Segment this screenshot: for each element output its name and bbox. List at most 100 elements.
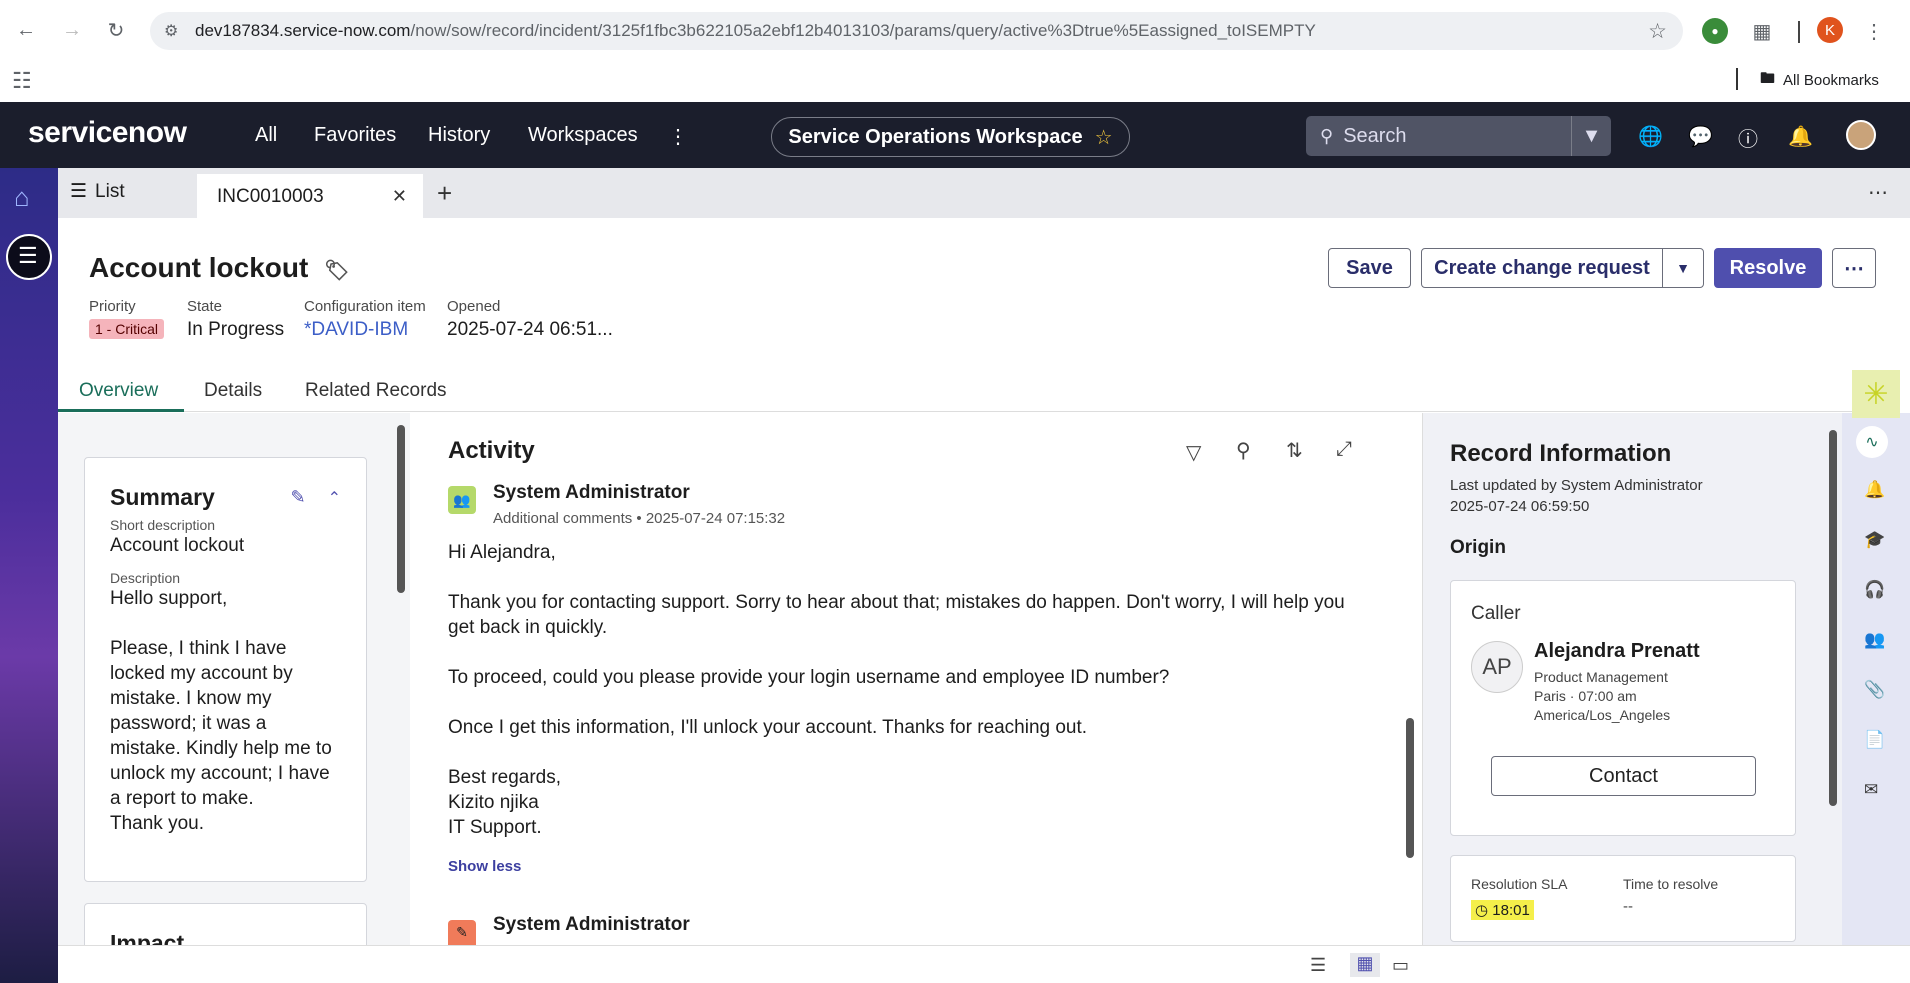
- entry-author: System Administrator: [493, 914, 690, 935]
- help-icon[interactable]: ⓘ: [1738, 123, 1758, 152]
- tabs-overflow-icon[interactable]: ⋯: [1868, 180, 1888, 205]
- more-menu-icon[interactable]: ⋮: [668, 124, 688, 149]
- left-panel-scrollbar[interactable]: [397, 425, 405, 593]
- people-icon[interactable]: 👥: [1864, 630, 1885, 650]
- field-ci: Configuration item *DAVID-IBM: [304, 298, 426, 341]
- document-icon[interactable]: 📄: [1864, 730, 1885, 750]
- back-icon[interactable]: ←: [12, 16, 40, 44]
- scrollbar-thumb[interactable]: [397, 425, 405, 593]
- knowledge-icon[interactable]: 🎓: [1864, 530, 1885, 550]
- notification-icon[interactable]: 🔔: [1864, 480, 1885, 500]
- list-nav-button[interactable]: ☰: [6, 234, 52, 280]
- forward-icon[interactable]: →: [58, 16, 86, 44]
- bookmark-star-icon[interactable]: ☆: [1648, 19, 1667, 44]
- address-bar[interactable]: ⚙ dev187834.service-now.com/now/sow/reco…: [150, 12, 1683, 50]
- edit-entry-icon: ✎: [448, 920, 476, 945]
- tab-details[interactable]: Details: [204, 380, 262, 402]
- contact-button[interactable]: Contact: [1491, 756, 1756, 796]
- menu-all[interactable]: All: [255, 124, 277, 147]
- site-info-icon[interactable]: ⚙: [164, 21, 178, 41]
- servicenow-logo[interactable]: servicenow: [28, 116, 187, 150]
- sla-value: 18:01: [1492, 902, 1530, 919]
- sla-card: Resolution SLA ◷ 18:01 Time to resolve -…: [1450, 855, 1796, 942]
- tag-icon[interactable]: 🏷: [324, 260, 349, 282]
- global-search[interactable]: ⚲ Search ▼: [1306, 116, 1611, 156]
- caller-location: Paris · 07:00 am: [1534, 688, 1637, 704]
- description-line: a report to make.: [110, 788, 254, 809]
- tab-related-records[interactable]: Related Records: [305, 380, 447, 402]
- filter-icon[interactable]: ▽: [1186, 440, 1201, 465]
- reload-icon[interactable]: ↻: [102, 16, 130, 44]
- sort-icon[interactable]: ⇅: [1286, 438, 1303, 463]
- resolve-button[interactable]: Resolve: [1714, 248, 1822, 288]
- user-avatar[interactable]: [1846, 120, 1876, 150]
- signoff-line: Kizito njika: [448, 792, 539, 813]
- scrollbar-thumb[interactable]: [1406, 718, 1414, 858]
- apps-grid-icon[interactable]: ☷: [12, 68, 32, 94]
- sla-timer: ◷ 18:01: [1471, 900, 1534, 920]
- save-button[interactable]: Save: [1328, 248, 1411, 288]
- tab-overview[interactable]: Overview: [79, 380, 158, 402]
- workspace-selector[interactable]: Service Operations Workspace ☆: [771, 117, 1130, 157]
- clock-icon: ◷: [1475, 902, 1489, 919]
- now-assist-icon[interactable]: ✳: [1852, 370, 1900, 418]
- caller-name[interactable]: Alejandra Prenatt: [1534, 640, 1700, 663]
- workspace-name: Service Operations Workspace: [788, 125, 1083, 148]
- favorite-star-icon[interactable]: ☆: [1095, 125, 1113, 150]
- expand-icon[interactable]: ⤢: [1336, 438, 1352, 461]
- description-line: mistake. I know my: [110, 688, 272, 709]
- description-line: unlock my account; I have: [110, 763, 330, 784]
- bookmarks-label: All Bookmarks: [1783, 72, 1879, 89]
- search-activity-icon[interactable]: ⚲: [1236, 438, 1251, 463]
- entry-paragraph: Hi Alejandra,: [448, 542, 556, 563]
- all-bookmarks[interactable]: 🖿 All Bookmarks: [1760, 68, 1879, 93]
- show-less-link[interactable]: Show less: [448, 858, 521, 875]
- activity-scrollbar[interactable]: [1406, 718, 1414, 858]
- more-actions-button[interactable]: ⋯: [1832, 248, 1876, 288]
- layout-list-icon[interactable]: ☰: [1310, 955, 1326, 976]
- kebab-menu-icon[interactable]: ⋮: [1861, 18, 1887, 44]
- scrollbar-thumb[interactable]: [1829, 430, 1837, 806]
- opened-label: Opened: [447, 298, 501, 315]
- collapse-chevron-icon[interactable]: ⌃: [328, 488, 341, 508]
- menu-favorites[interactable]: Favorites: [314, 124, 396, 147]
- record-title: Account lockout 🏷: [89, 252, 350, 284]
- bookmarks-bar: ☷ 🖿 All Bookmarks: [0, 62, 1910, 102]
- ci-link[interactable]: *DAVID-IBM: [304, 319, 426, 341]
- add-tab-icon[interactable]: +: [437, 178, 452, 209]
- tab-incident[interactable]: INC0010003 ✕: [197, 174, 423, 218]
- puzzle-icon[interactable]: ▦: [1749, 18, 1775, 44]
- profile-avatar[interactable]: K: [1817, 17, 1843, 43]
- browser-toolbar: ← → ↻ ⚙ dev187834.service-now.com/now/so…: [0, 0, 1910, 62]
- close-icon[interactable]: ✕: [392, 186, 407, 207]
- divider: [1736, 68, 1738, 90]
- ci-label: Configuration item: [304, 298, 426, 315]
- search-scope-dropdown[interactable]: ▼: [1571, 116, 1611, 156]
- bell-icon[interactable]: 🔔: [1788, 124, 1813, 149]
- email-icon[interactable]: ✉: [1864, 780, 1878, 800]
- priority-label: Priority: [89, 298, 136, 315]
- menu-workspaces[interactable]: Workspaces: [528, 124, 638, 147]
- tab-list[interactable]: ☰ List: [70, 180, 125, 203]
- layout-split-icon[interactable]: ▦: [1350, 953, 1380, 977]
- summary-card: Summary ✎ ⌃ Short description Account lo…: [84, 457, 367, 882]
- caller-avatar: AP: [1471, 641, 1523, 693]
- headset-icon[interactable]: 🎧: [1864, 580, 1885, 600]
- menu-history[interactable]: History: [428, 124, 490, 147]
- layout-single-icon[interactable]: ▭: [1392, 955, 1409, 976]
- extension-icon[interactable]: ●: [1702, 18, 1728, 44]
- field-state: State In Progress: [187, 298, 284, 341]
- create-change-request-button[interactable]: Create change request: [1421, 248, 1663, 288]
- opened-value: 2025-07-24 06:51...: [447, 319, 613, 340]
- attachment-icon[interactable]: 📎: [1864, 680, 1885, 700]
- comment-type-icon: 👥: [448, 486, 476, 514]
- home-icon[interactable]: ⌂: [14, 182, 30, 213]
- edit-pencil-icon[interactable]: ✎: [291, 487, 306, 508]
- activity-pulse-icon[interactable]: ∿: [1856, 426, 1888, 458]
- priority-badge: 1 - Critical: [89, 319, 165, 339]
- activity-title: Activity: [448, 437, 535, 464]
- chat-icon[interactable]: 💬: [1688, 124, 1713, 149]
- record-info-scrollbar[interactable]: [1829, 430, 1837, 806]
- globe-icon[interactable]: 🌐: [1638, 124, 1663, 149]
- change-request-dropdown[interactable]: ▼: [1662, 248, 1704, 288]
